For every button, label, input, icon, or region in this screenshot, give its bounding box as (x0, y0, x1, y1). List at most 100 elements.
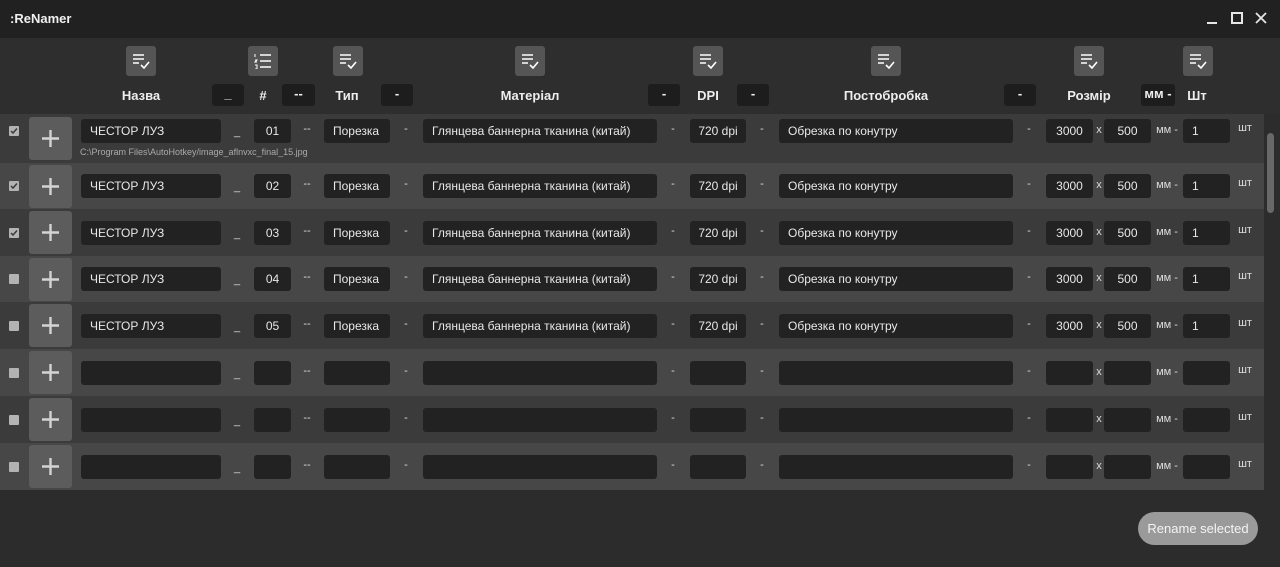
list-check-icon[interactable] (126, 46, 156, 76)
add-file-button[interactable] (29, 351, 72, 394)
material-field[interactable]: Глянцева баннерна тканина (китай) (423, 174, 657, 198)
width-field[interactable] (1046, 408, 1093, 432)
dpi-field[interactable] (690, 455, 746, 479)
quantity-field[interactable]: 1 (1183, 119, 1230, 143)
type-field[interactable]: Порезка (324, 221, 390, 245)
maximize-icon[interactable] (1229, 10, 1245, 26)
name-field[interactable] (81, 455, 221, 479)
number-field[interactable]: 05 (254, 314, 291, 338)
number-field[interactable]: 02 (254, 174, 291, 198)
row-checkbox[interactable] (9, 321, 19, 331)
width-field[interactable]: 3000 (1046, 267, 1093, 291)
material-field[interactable]: Глянцева баннерна тканина (китай) (423, 119, 657, 143)
material-field[interactable] (423, 408, 657, 432)
postprocessing-field[interactable] (779, 361, 1013, 385)
scrollbar-thumb[interactable] (1267, 133, 1274, 213)
list-check-icon[interactable] (333, 46, 363, 76)
row-checkbox[interactable] (9, 462, 19, 472)
postprocessing-field[interactable] (779, 455, 1013, 479)
number-field[interactable] (254, 361, 291, 385)
numbered-list-icon[interactable] (248, 46, 278, 76)
type-field[interactable]: Порезка (324, 314, 390, 338)
postprocessing-field[interactable]: Обрезка по конутру (779, 267, 1013, 291)
name-field[interactable]: ЧЕСТОР ЛУЗ (81, 267, 221, 291)
name-field[interactable]: ЧЕСТОР ЛУЗ (81, 314, 221, 338)
dpi-field[interactable]: 720 dpi (690, 267, 746, 291)
number-field[interactable] (254, 408, 291, 432)
postprocessing-field[interactable]: Обрезка по конутру (779, 119, 1013, 143)
row-checkbox[interactable] (9, 368, 19, 378)
row-checkbox[interactable] (9, 228, 19, 238)
name-field[interactable] (81, 361, 221, 385)
height-field[interactable] (1104, 455, 1151, 479)
separator-number-select[interactable]: -- (282, 84, 315, 106)
quantity-field[interactable]: 1 (1183, 314, 1230, 338)
list-check-icon[interactable] (1074, 46, 1104, 76)
separator-name-select[interactable]: _ (212, 84, 244, 106)
postprocessing-field[interactable]: Обрезка по конутру (779, 174, 1013, 198)
postprocessing-field[interactable] (779, 408, 1013, 432)
material-field[interactable]: Глянцева баннерна тканина (китай) (423, 267, 657, 291)
number-field[interactable]: 01 (254, 119, 291, 143)
type-field[interactable]: Порезка (324, 267, 390, 291)
postprocessing-field[interactable]: Обрезка по конутру (779, 221, 1013, 245)
dpi-field[interactable]: 720 dpi (690, 119, 746, 143)
dpi-field[interactable]: 720 dpi (690, 314, 746, 338)
height-field[interactable]: 500 (1104, 221, 1151, 245)
add-file-button[interactable] (29, 165, 72, 208)
quantity-field[interactable] (1183, 361, 1230, 385)
height-field[interactable]: 500 (1104, 174, 1151, 198)
row-checkbox[interactable] (9, 181, 19, 191)
width-field[interactable] (1046, 361, 1093, 385)
close-icon[interactable] (1253, 10, 1269, 26)
quantity-field[interactable] (1183, 408, 1230, 432)
quantity-field[interactable]: 1 (1183, 267, 1230, 291)
name-field[interactable]: ЧЕСТОР ЛУЗ (81, 174, 221, 198)
add-file-button[interactable] (29, 398, 72, 441)
add-file-button[interactable] (29, 258, 72, 301)
height-field[interactable] (1104, 361, 1151, 385)
list-check-icon[interactable] (693, 46, 723, 76)
separator-material-select[interactable]: - (648, 84, 680, 106)
material-field[interactable]: Глянцева баннерна тканина (китай) (423, 314, 657, 338)
name-field[interactable]: ЧЕСТОР ЛУЗ (81, 119, 221, 143)
material-field[interactable]: Глянцева баннерна тканина (китай) (423, 221, 657, 245)
material-field[interactable] (423, 361, 657, 385)
material-field[interactable] (423, 455, 657, 479)
row-checkbox[interactable] (9, 274, 19, 284)
number-field[interactable] (254, 455, 291, 479)
separator-type-select[interactable]: - (381, 84, 413, 106)
quantity-field[interactable]: 1 (1183, 221, 1230, 245)
add-file-button[interactable] (29, 445, 72, 488)
type-field[interactable]: Порезка (324, 174, 390, 198)
dpi-field[interactable] (690, 361, 746, 385)
number-field[interactable]: 03 (254, 221, 291, 245)
name-field[interactable] (81, 408, 221, 432)
quantity-field[interactable]: 1 (1183, 174, 1230, 198)
size-unit-select[interactable]: мм - (1141, 84, 1175, 106)
name-field[interactable]: ЧЕСТОР ЛУЗ (81, 221, 221, 245)
add-file-button[interactable] (29, 304, 72, 347)
dpi-field[interactable]: 720 dpi (690, 174, 746, 198)
row-checkbox[interactable] (9, 126, 19, 136)
width-field[interactable]: 3000 (1046, 119, 1093, 143)
list-check-icon[interactable] (871, 46, 901, 76)
add-file-button[interactable] (29, 117, 72, 160)
width-field[interactable]: 3000 (1046, 174, 1093, 198)
dpi-field[interactable]: 720 dpi (690, 221, 746, 245)
quantity-field[interactable] (1183, 455, 1230, 479)
list-check-icon[interactable] (515, 46, 545, 76)
add-file-button[interactable] (29, 211, 72, 254)
row-checkbox[interactable] (9, 415, 19, 425)
minimize-icon[interactable] (1204, 10, 1220, 26)
height-field[interactable]: 500 (1104, 314, 1151, 338)
dpi-field[interactable] (690, 408, 746, 432)
width-field[interactable] (1046, 455, 1093, 479)
postprocessing-field[interactable]: Обрезка по конутру (779, 314, 1013, 338)
type-field[interactable]: Порезка (324, 119, 390, 143)
height-field[interactable] (1104, 408, 1151, 432)
height-field[interactable]: 500 (1104, 267, 1151, 291)
rename-selected-button[interactable]: Rename selected (1138, 512, 1258, 545)
separator-post-select[interactable]: - (1004, 84, 1036, 106)
type-field[interactable] (324, 361, 390, 385)
